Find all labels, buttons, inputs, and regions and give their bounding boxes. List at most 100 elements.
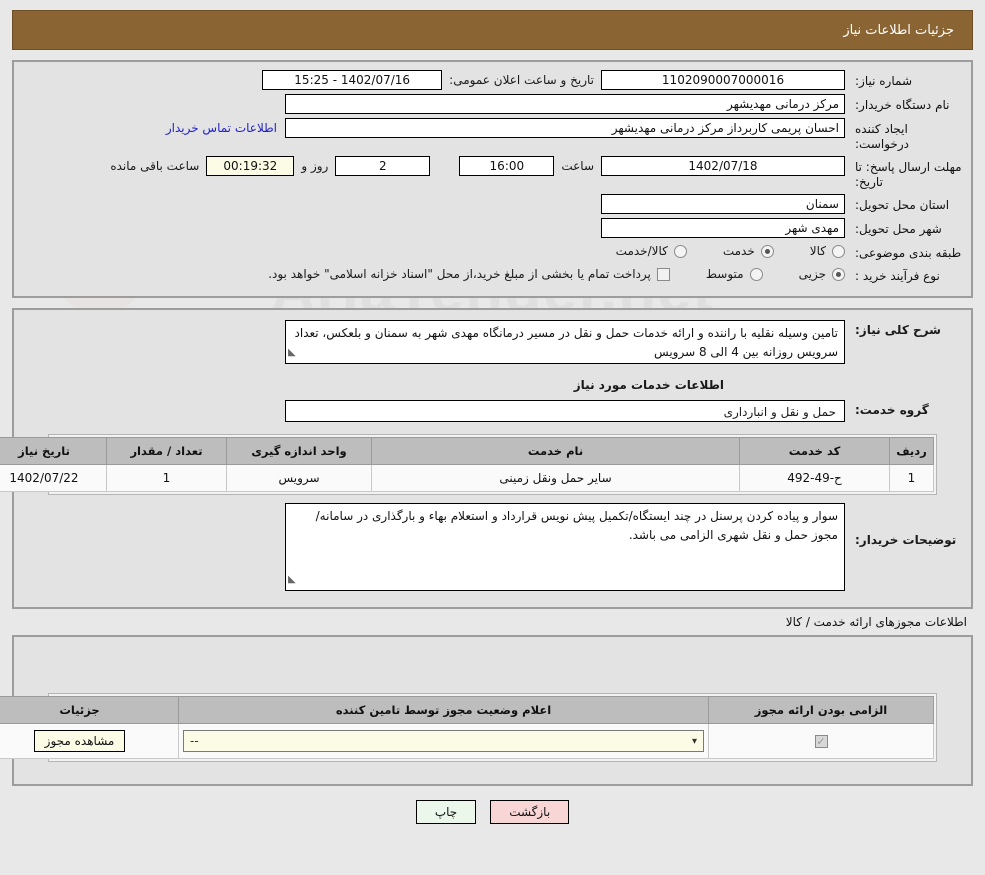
row-delivery-city: شهر محل تحویل: مهدی شهر [14,218,971,238]
chevron-down-icon: ▾ [692,736,697,747]
cell-service-code: ح-49-492 [740,465,890,492]
buyer-contact-link[interactable]: اطلاعات تماس خریدار [158,118,285,135]
delivery-province-label: استان محل تحویل: [845,194,965,213]
requester-label: ایجاد کننده درخواست: [845,118,965,152]
purchase-process-option-motevaset-label: متوسط [706,267,744,281]
row-service-group: گروه خدمت: حمل و نقل و انبارداری [14,400,971,422]
deadline-days-label: روز و [294,156,335,173]
cell-need-date: 1402/07/22 [0,465,107,492]
classification-option-khedmat-label: خدمت [723,244,755,258]
radio-icon-motevaset[interactable] [750,268,763,281]
checkbox-icon-permit-required [815,735,828,748]
row-need-number: شماره نیاز: 1102090007000016 تاریخ و ساع… [14,70,971,90]
radio-icon-jozei[interactable] [832,268,845,281]
deadline-countdown-label: ساعت باقی مانده [103,156,206,173]
classification-option-kala[interactable]: کالا [810,244,845,258]
row-requester: ایجاد کننده درخواست: احسان پریمی کاربردا… [14,118,971,152]
permit-status-select[interactable]: ▾ -- [183,730,704,752]
requester-input[interactable]: احسان پریمی کاربرداز مرکز درمانی مهدیشهر [285,118,845,138]
row-deadline: مهلت ارسال پاسخ: تا تاریخ: 1402/07/18 سا… [14,156,971,190]
table-row: ▾ -- مشاهده مجوز [0,724,934,759]
cell-service-name: سایر حمل ونقل زمینی [372,465,740,492]
deadline-countdown: 00:19:32 [206,156,294,176]
services-table: ردیف کد خدمت نام خدمت واحد اندازه گیری ت… [0,437,934,492]
purchase-process-label: نوع فرآیند خرید : [845,265,965,284]
print-button[interactable]: چاپ [416,800,476,824]
delivery-city-input[interactable]: مهدی شهر [601,218,845,238]
th-permit-details: جزئیات [0,697,179,724]
treasury-bonds-checkbox-row[interactable]: پرداخت تمام یا بخشی از مبلغ خرید،از محل … [268,267,670,281]
deadline-time-input[interactable]: 16:00 [459,156,554,176]
footer-actions: بازگشت چاپ [0,800,985,824]
classification-option-kala-label: کالا [810,244,826,258]
announce-datetime-input[interactable]: 1402/07/16 - 15:25 [262,70,442,90]
th-service-code: کد خدمت [740,438,890,465]
treasury-bonds-label: پرداخت تمام یا بخشی از مبلغ خرید،از محل … [268,267,651,281]
service-group-label: گروه خدمت: [845,400,965,417]
table-row: 1 ح-49-492 سایر حمل ونقل زمینی سرویس 1 1… [0,465,934,492]
row-classification: طبقه بندی موضوعی: کالا خدمت کالا/خدمت [14,242,971,261]
service-group-input[interactable]: حمل و نقل و انبارداری [285,400,845,422]
th-quantity: تعداد / مقدار [107,438,227,465]
need-summary-label: شرح کلی نیاز: [845,320,965,337]
permits-table-container: الزامی بودن ارائه مجوز اعلام وضعیت مجوز … [14,693,971,762]
services-section-title: اطلاعات خدمات مورد نیاز [14,368,971,400]
buyer-notes-text: سوار و پیاده کردن پرسنل در چند ایستگاه/ت… [316,509,838,542]
services-table-container: ردیف کد خدمت نام خدمت واحد اندازه گیری ت… [14,434,971,495]
back-button[interactable]: بازگشت [490,800,569,824]
need-info-panel: شماره نیاز: 1102090007000016 تاریخ و ساع… [12,60,973,298]
services-table-header-row: ردیف کد خدمت نام خدمت واحد اندازه گیری ت… [0,438,934,465]
deadline-label: مهلت ارسال پاسخ: تا تاریخ: [845,156,965,190]
classification-option-kala-khedmat-label: کالا/خدمت [616,244,668,258]
delivery-province-input[interactable]: سمنان [601,194,845,214]
th-unit: واحد اندازه گیری [227,438,372,465]
deadline-date-input[interactable]: 1402/07/18 [601,156,845,176]
row-need-summary: شرح کلی نیاز: تامین وسیله نقلیه با رانند… [14,320,971,364]
page-header: جزئیات اطلاعات نیاز [12,10,973,50]
th-need-date: تاریخ نیاز [0,438,107,465]
cell-radif: 1 [890,465,934,492]
cell-permit-details: مشاهده مجوز [0,724,179,759]
checkbox-icon-treasury-bonds[interactable] [657,268,670,281]
page-root: جزئیات اطلاعات نیاز شماره نیاز: 11020900… [0,10,985,824]
row-purchase-process: نوع فرآیند خرید : جزیی متوسط پرداخت تمام… [14,265,971,284]
view-permit-button[interactable]: مشاهده مجوز [34,730,126,752]
buyer-notes-label: توضیحات خریدار: [845,503,965,547]
deadline-days-input[interactable]: 2 [335,156,430,176]
resize-grip-icon[interactable]: ◢ [288,343,296,362]
purchase-process-radio-group: جزیی متوسط پرداخت تمام یا بخشی از مبلغ خ… [268,265,845,281]
need-number-input[interactable]: 1102090007000016 [601,70,845,90]
radio-icon-kala-khedmat[interactable] [674,245,687,258]
buyer-org-input[interactable]: مرکز درمانی مهدیشهر [285,94,845,114]
permits-section-title: اطلاعات مجوزهای ارائه خدمت / کالا [0,609,985,633]
deadline-time-label: ساعت [554,156,601,173]
purchase-process-option-motevaset[interactable]: متوسط [706,267,763,281]
cell-unit: سرویس [227,465,372,492]
resize-grip-icon-notes[interactable]: ◢ [288,570,296,589]
permits-table-header-row: الزامی بودن ارائه مجوز اعلام وضعیت مجوز … [0,697,934,724]
radio-icon-kala[interactable] [832,245,845,258]
classification-label: طبقه بندی موضوعی: [845,242,965,261]
purchase-process-option-jozei[interactable]: جزیی [799,267,845,281]
cell-permit-required [709,724,934,759]
classification-radio-group: کالا خدمت کالا/خدمت [580,242,845,258]
cell-quantity: 1 [107,465,227,492]
cell-permit-status: ▾ -- [179,724,709,759]
buyer-notes-textarea[interactable]: سوار و پیاده کردن پرسنل در چند ایستگاه/ت… [285,503,845,591]
need-summary-text: تامین وسیله نقلیه با راننده و ارائه خدما… [295,326,838,359]
need-summary-textarea[interactable]: تامین وسیله نقلیه با راننده و ارائه خدما… [285,320,845,364]
th-permit-required: الزامی بودن ارائه مجوز [709,697,934,724]
need-description-panel: شرح کلی نیاز: تامین وسیله نقلیه با رانند… [12,308,973,609]
th-radif: ردیف [890,438,934,465]
classification-option-kala-khedmat[interactable]: کالا/خدمت [616,244,687,258]
th-service-name: نام خدمت [372,438,740,465]
permit-status-value: -- [190,734,199,748]
row-buyer-org: نام دستگاه خریدار: مرکز درمانی مهدیشهر [14,94,971,114]
classification-option-khedmat[interactable]: خدمت [723,244,774,258]
permits-table: الزامی بودن ارائه مجوز اعلام وضعیت مجوز … [0,696,934,759]
radio-icon-khedmat[interactable] [761,245,774,258]
announce-datetime-label: تاریخ و ساعت اعلان عمومی: [442,70,601,87]
delivery-city-label: شهر محل تحویل: [845,218,965,237]
row-buyer-notes: توضیحات خریدار: سوار و پیاده کردن پرسنل … [14,503,971,591]
page-title: جزئیات اطلاعات نیاز [843,23,954,38]
